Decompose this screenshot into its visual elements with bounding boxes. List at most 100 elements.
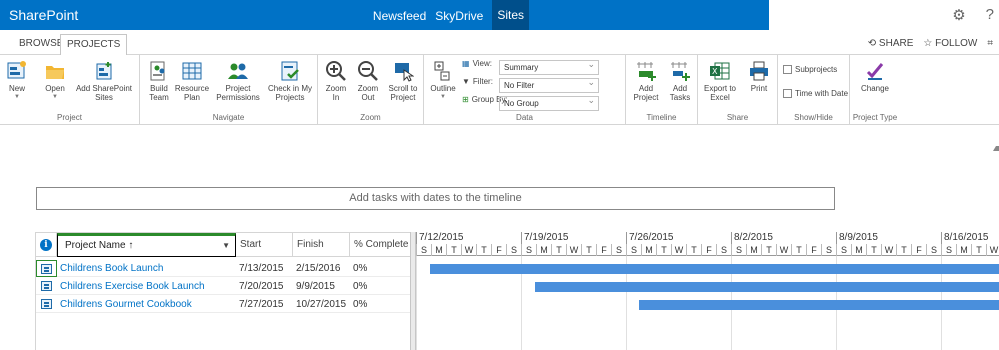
ribbon-group-data: Outline ▼ ▦ View: ▼ Filter: ⊞ Group By: …: [424, 55, 626, 125]
build-team-icon: [150, 61, 165, 81]
add-tasks-timeline-icon: [671, 62, 690, 81]
print-label: Print: [750, 84, 768, 93]
scroll-to-project-button[interactable]: Scroll to Project: [386, 60, 420, 102]
time-with-date-checkbox-box[interactable]: [783, 89, 792, 98]
gantt-day-label: T: [656, 244, 671, 256]
tab-projects[interactable]: PROJECTS: [60, 34, 128, 56]
pct-complete-cell: 0%: [353, 299, 368, 310]
add-tasks-button[interactable]: Add Tasks: [666, 60, 694, 102]
tab-browse[interactable]: BROWSE: [19, 34, 63, 56]
gantt-day-label: F: [806, 244, 821, 256]
scroll-to-project-icon: [395, 63, 414, 82]
ribbon-tab-row: BROWSE PROJECTS ⟲ SHARE ☆ FOLLOW ⌗: [0, 30, 999, 56]
info-column-header[interactable]: i: [36, 233, 57, 257]
zoom-in-button[interactable]: Zoom In: [324, 60, 348, 102]
project-icon: [41, 264, 52, 274]
view-select[interactable]: Summary: [499, 58, 599, 75]
excel-icon: X: [710, 62, 730, 80]
gantt-day-label: S: [731, 244, 746, 256]
check-in-label: Check in My Projects: [267, 84, 312, 102]
gantt-week-label: 7/19/2015: [521, 232, 626, 244]
column-header-start[interactable]: Start: [236, 233, 293, 257]
gantt-day-label: T: [551, 244, 566, 256]
gear-icon[interactable]: ⚙: [952, 6, 965, 24]
share-button[interactable]: ⟲ SHARE: [868, 38, 914, 49]
project-name-link[interactable]: Childrens Book Launch: [57, 260, 236, 277]
suite-link-sites[interactable]: Sites: [492, 0, 529, 30]
table-row[interactable]: Childrens Gourmet Cookbook 7/27/2015 10/…: [36, 296, 411, 313]
suite-bar: SharePoint Newsfeed SkyDrive Sites ⚙ ?: [0, 0, 999, 30]
filter-select[interactable]: No Filter: [499, 76, 599, 93]
outline-button[interactable]: Outline ▼: [430, 60, 456, 102]
open-button[interactable]: Open ▼: [40, 60, 70, 102]
subprojects-checkbox-box[interactable]: [783, 65, 792, 74]
add-project-button[interactable]: Add Project: [631, 60, 661, 102]
zoom-out-button[interactable]: Zoom Out: [356, 60, 380, 102]
group-label-share: Share: [726, 113, 749, 122]
new-button[interactable]: New ▼: [6, 60, 28, 102]
gantt-day-label: W: [566, 244, 581, 256]
gantt-day-label: S: [626, 244, 641, 256]
time-with-date-label: Time with Date: [795, 89, 849, 98]
subprojects-checkbox[interactable]: Subprojects: [783, 65, 837, 74]
column-header-pct-complete[interactable]: % Complete: [350, 233, 411, 257]
change-button[interactable]: Change: [858, 60, 892, 93]
suite-link-skydrive[interactable]: SkyDrive: [435, 9, 483, 30]
gantt-day-label: S: [506, 244, 521, 256]
gantt-week-gridline: [416, 256, 417, 350]
project-permissions-button[interactable]: Project Permissions: [214, 60, 262, 102]
group-label-project-type: Project Type: [852, 113, 898, 122]
sharepoint-brand[interactable]: SharePoint: [9, 7, 78, 23]
group-label-data: Data: [516, 113, 533, 122]
add-sharepoint-sites-button[interactable]: Add SharePoint Sites: [75, 60, 133, 102]
open-label: Open: [45, 84, 65, 93]
new-project-icon: [7, 61, 26, 79]
add-sites-label: Add SharePoint Sites: [75, 84, 133, 102]
start-cell: 7/27/2015: [239, 299, 284, 310]
group-label-timeline: Timeline: [646, 113, 677, 122]
resource-plan-button[interactable]: Resource Plan: [174, 60, 210, 102]
help-icon[interactable]: ?: [986, 6, 994, 24]
grid-header: i Project Name ↑ ▼ Start Finish % Comple…: [36, 232, 411, 257]
export-to-excel-button[interactable]: X Export to Excel: [701, 60, 739, 102]
project-name-link[interactable]: Childrens Exercise Book Launch: [57, 278, 236, 295]
gantt-week-label: 7/26/2015: [626, 232, 731, 244]
column-header-finish[interactable]: Finish: [293, 233, 350, 257]
project-name-link[interactable]: Childrens Gourmet Cookbook: [57, 296, 236, 313]
chevron-down-icon[interactable]: ▼: [222, 236, 230, 256]
suite-link-newsfeed[interactable]: Newsfeed: [373, 9, 426, 30]
group-label-zoom: Zoom: [360, 113, 381, 122]
print-button[interactable]: Print: [746, 60, 772, 93]
table-row[interactable]: Childrens Book Launch 7/13/2015 2/15/201…: [36, 260, 411, 277]
start-cell: 7/13/2015: [239, 263, 284, 274]
table-row[interactable]: Childrens Exercise Book Launch 7/20/2015…: [36, 278, 411, 295]
project-center-grid: i Project Name ↑ ▼ Start Finish % Comple…: [35, 232, 999, 350]
ribbon-group-timeline: Add Project Add Tasks Timeline: [626, 55, 698, 125]
view-label: View:: [472, 59, 492, 68]
timeline-placeholder[interactable]: Add tasks with dates to the timeline: [36, 187, 835, 210]
focus-icon[interactable]: ⌗: [987, 38, 993, 49]
gantt-bar[interactable]: [639, 300, 999, 310]
gantt-bar[interactable]: [430, 264, 999, 274]
gantt-day-label: F: [701, 244, 716, 256]
group-by-select[interactable]: No Group: [499, 94, 599, 111]
ribbon-group-zoom: Zoom In Zoom Out Scroll to Project Zoom: [318, 55, 424, 125]
ribbon-group-project: New ▼ Open ▼ Add SharePoint Sites Projec…: [0, 55, 140, 125]
pct-complete-cell: 0%: [353, 263, 368, 274]
zoom-in-icon: [326, 61, 346, 81]
gantt-day-headers: SMTWTFSSMTWTFSSMTWTFSSMTWTFSSMTWTFSSMTWT…: [416, 244, 999, 256]
build-team-label: Build Team: [149, 84, 169, 102]
gantt-bar[interactable]: [535, 282, 999, 292]
gantt-day-label: T: [686, 244, 701, 256]
build-team-button[interactable]: Build Team: [146, 60, 172, 102]
gantt-day-label: S: [521, 244, 536, 256]
gantt-chart: 7/12/2015 7/19/2015 7/26/2015 8/2/2015 8/9/2…: [416, 232, 999, 350]
view-label-item: ▦ View:: [462, 59, 492, 68]
time-with-date-checkbox[interactable]: Time with Date: [783, 89, 848, 98]
follow-button[interactable]: ☆ FOLLOW: [923, 38, 977, 49]
column-header-project-name[interactable]: Project Name ↑ ▼: [57, 233, 236, 257]
new-label: New: [8, 84, 25, 93]
check-in-projects-button[interactable]: Check in My Projects: [264, 60, 316, 102]
add-sites-icon: [96, 62, 112, 80]
zoom-out-icon: [358, 61, 378, 81]
